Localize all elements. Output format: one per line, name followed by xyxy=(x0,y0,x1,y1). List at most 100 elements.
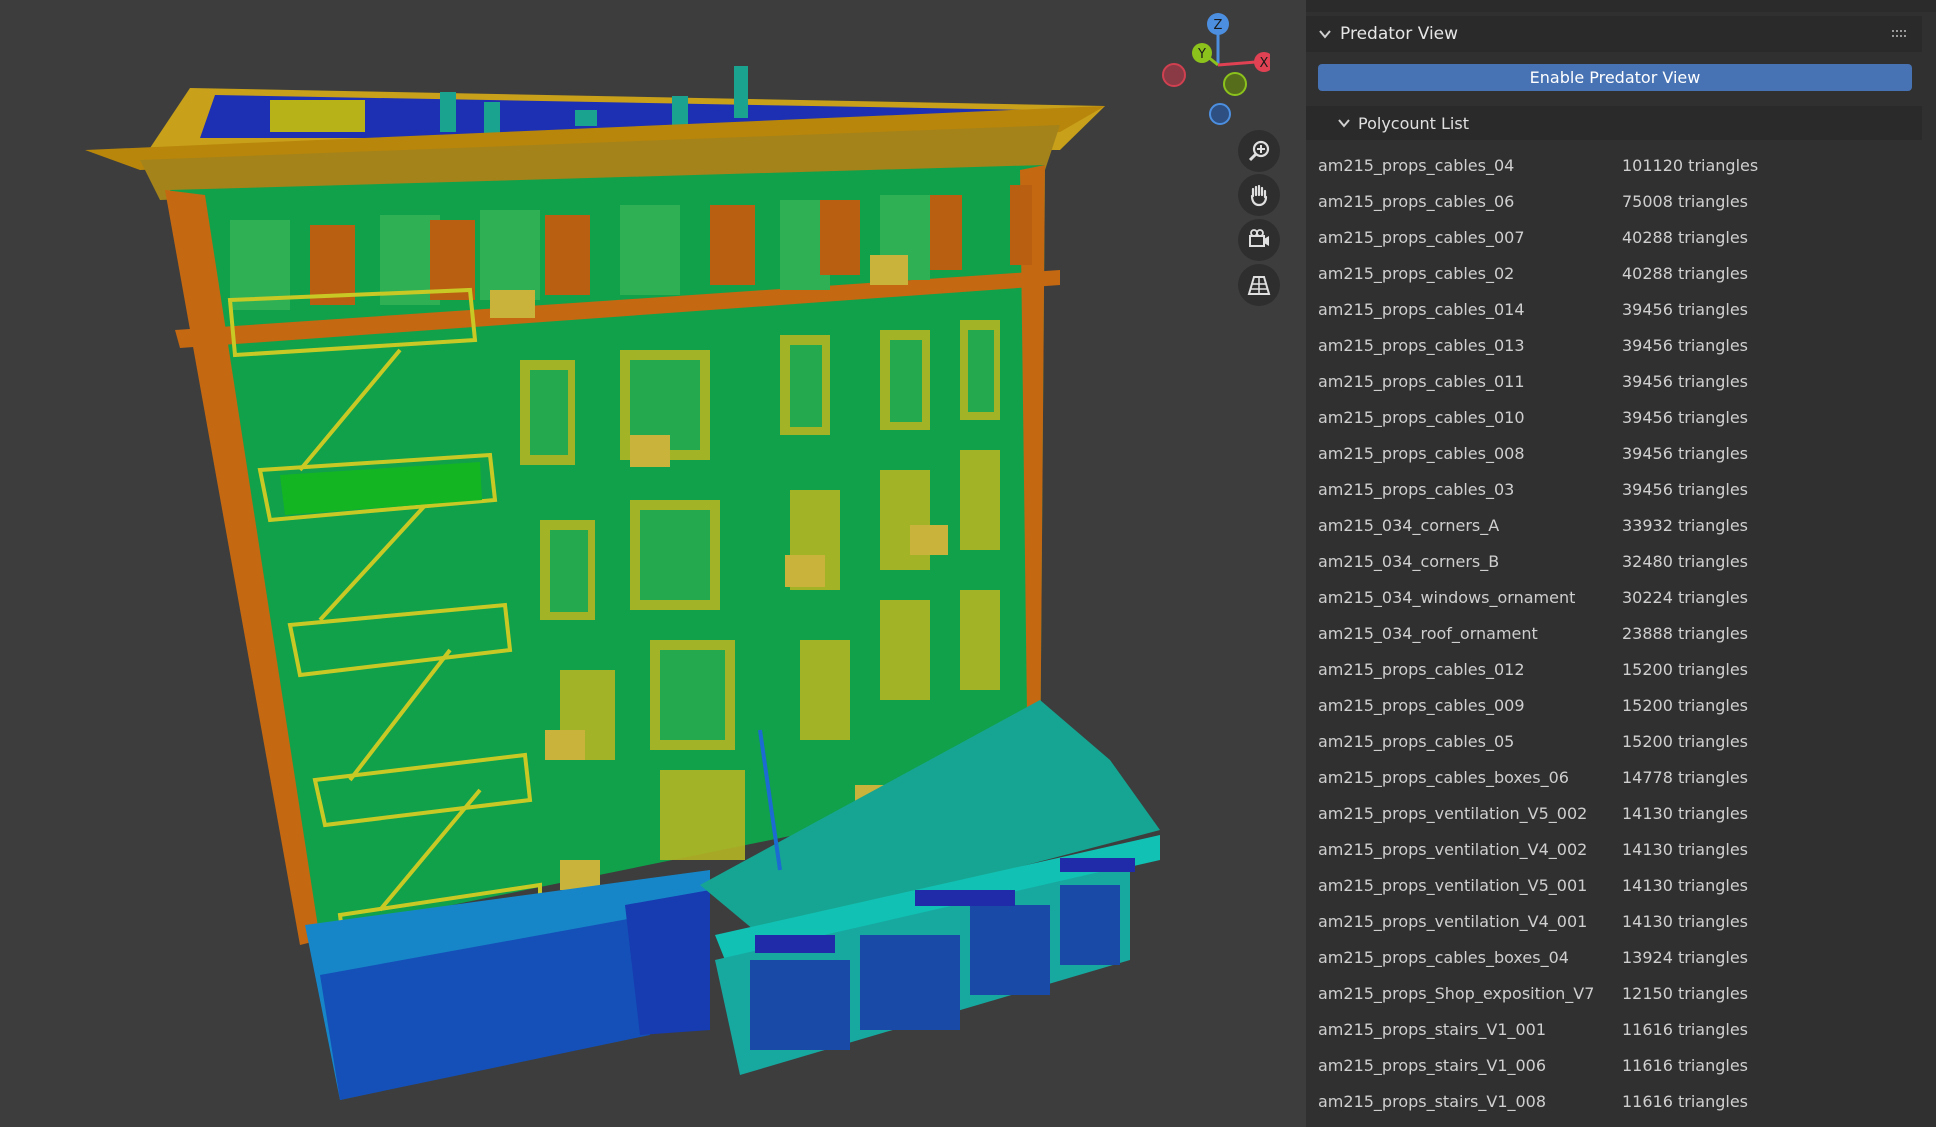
list-item[interactable]: am215_034_corners_B 32480 triangles xyxy=(1306,544,1922,580)
object-name: am215_props_cables_011 xyxy=(1318,372,1525,391)
zoom-icon xyxy=(1248,140,1270,162)
triangle-count: 14130 triangles xyxy=(1622,804,1749,823)
triangle-count: 14778 triangles xyxy=(1622,768,1749,787)
pan-hand-icon xyxy=(1250,184,1268,207)
list-item[interactable]: am215_props_Shop_exposition_V7 12150 tria… xyxy=(1306,976,1922,1012)
triangle-count: 33932 triangles xyxy=(1622,516,1749,535)
list-item[interactable]: am215_props_cables_007 40288 triangles xyxy=(1306,220,1922,256)
object-name: am215_props_Shop_exposition_V7 xyxy=(1318,984,1595,1003)
enable-predator-view-button[interactable]: Enable Predator View xyxy=(1318,64,1912,91)
list-item[interactable]: am215_props_stairs_V1_001 11616 triangles xyxy=(1306,1012,1922,1048)
object-name: am215_props_stairs_V1_001 xyxy=(1318,1020,1547,1039)
object-name: am215_props_stairs_V1_008 xyxy=(1318,1092,1547,1111)
list-item[interactable]: am215_props_cables_010 39456 triangles xyxy=(1306,400,1922,436)
list-item[interactable]: am215_props_cables_06 75008 triangles xyxy=(1306,184,1922,220)
zoom-button[interactable] xyxy=(1238,130,1280,172)
triangle-count: 15200 triangles xyxy=(1622,660,1749,679)
object-name: am215_props_cables_04 xyxy=(1318,156,1515,175)
list-item[interactable]: am215_034_corners_A 33932 triangles xyxy=(1306,508,1922,544)
pan-button[interactable] xyxy=(1238,174,1280,216)
list-item[interactable]: am215_034_windows_ornament 30224 triangle… xyxy=(1306,580,1922,616)
polycount-list: am215_props_cables_04 101120 triangles am… xyxy=(1306,148,1922,1120)
drag-grip-icon[interactable] xyxy=(1892,29,1908,39)
triangle-count: 11616 triangles xyxy=(1622,1092,1749,1111)
object-name: am215_props_cables_boxes_04 xyxy=(1318,948,1569,967)
panel-title: Predator View xyxy=(1340,24,1459,44)
chevron-down-icon xyxy=(1338,119,1350,128)
list-item[interactable]: am215_props_ventilation_V4_002 14130 tria… xyxy=(1306,832,1922,868)
list-item[interactable]: am215_props_ventilation_V4_001 14130 tria… xyxy=(1306,904,1922,940)
triangle-count: 39456 triangles xyxy=(1622,444,1749,463)
object-name: am215_034_corners_A xyxy=(1318,516,1500,535)
triangle-count: 39456 triangles xyxy=(1622,408,1749,427)
list-item[interactable]: am215_props_cables_boxes_04 13924 triangl… xyxy=(1306,940,1922,976)
list-item[interactable]: am215_props_cables_04 101120 triangles xyxy=(1306,148,1922,184)
list-item[interactable]: am215_props_cables_009 15200 triangles xyxy=(1306,688,1922,724)
object-name: am215_props_cables_06 xyxy=(1318,192,1515,211)
triangle-count: 12150 triangles xyxy=(1622,984,1749,1003)
object-name: am215_props_ventilation_V5_001 xyxy=(1318,876,1588,895)
camera-view-button[interactable] xyxy=(1238,219,1280,261)
list-item[interactable]: am215_props_cables_012 15200 triangles xyxy=(1306,652,1922,688)
object-name: am215_props_cables_02 xyxy=(1318,264,1515,283)
panel-top-edge xyxy=(1306,0,1936,12)
object-name: am215_props_cables_009 xyxy=(1318,696,1525,715)
polycount-list-title: Polycount List xyxy=(1358,113,1469,133)
list-item[interactable]: am215_props_cables_014 39456 triangles xyxy=(1306,292,1922,328)
object-name: am215_props_cables_05 xyxy=(1318,732,1515,751)
camera-view-icon xyxy=(1249,229,1269,247)
triangle-count: 11616 triangles xyxy=(1622,1020,1749,1039)
list-item[interactable]: am215_props_ventilation_V5_002 14130 tria… xyxy=(1306,796,1922,832)
perspective-grid-icon xyxy=(1247,276,1271,295)
list-item[interactable]: am215_props_cables_boxes_06 14778 triangl… xyxy=(1306,760,1922,796)
triangle-count: 39456 triangles xyxy=(1622,372,1749,391)
object-name: am215_props_cables_010 xyxy=(1318,408,1525,427)
object-name: am215_props_ventilation_V4_001 xyxy=(1318,912,1588,931)
gizmo-y-label: Y xyxy=(1197,47,1206,62)
3d-viewport[interactable]: Z Y X xyxy=(0,0,1306,1127)
gizmo-z-label: Z xyxy=(1214,18,1223,33)
object-name: am215_props_stairs_V1_006 xyxy=(1318,1056,1547,1075)
polycount-list-header[interactable]: Polycount List xyxy=(1306,106,1922,140)
navigation-gizmo[interactable]: Z Y X xyxy=(1160,10,1270,130)
triangle-count: 14130 triangles xyxy=(1622,912,1749,931)
triangle-count: 39456 triangles xyxy=(1622,336,1749,355)
object-name: am215_props_cables_007 xyxy=(1318,228,1525,247)
object-name: am215_props_cables_boxes_06 xyxy=(1318,768,1569,787)
chevron-down-icon xyxy=(1319,30,1331,39)
triangle-count: 15200 triangles xyxy=(1622,696,1749,715)
triangle-count: 32480 triangles xyxy=(1622,552,1749,571)
list-item[interactable]: am215_034_roof_ornament 23888 triangles xyxy=(1306,616,1922,652)
list-item[interactable]: am215_props_cables_011 39456 triangles xyxy=(1306,364,1922,400)
object-name: am215_034_windows_ornament xyxy=(1318,588,1576,607)
list-item[interactable]: am215_props_cables_02 40288 triangles xyxy=(1306,256,1922,292)
gizmo-x-label: X xyxy=(1260,56,1269,71)
list-item[interactable]: am215_props_cables_008 39456 triangles xyxy=(1306,436,1922,472)
object-name: am215_034_corners_B xyxy=(1318,552,1500,571)
triangle-count: 40288 triangles xyxy=(1622,228,1749,247)
triangle-count: 14130 triangles xyxy=(1622,876,1749,895)
triangle-count: 15200 triangles xyxy=(1622,732,1749,751)
list-item[interactable]: am215_props_cables_03 39456 triangles xyxy=(1306,472,1922,508)
triangle-count: 23888 triangles xyxy=(1622,624,1749,643)
object-name: am215_props_cables_014 xyxy=(1318,300,1525,319)
object-name: am215_props_cables_013 xyxy=(1318,336,1525,355)
object-name: am215_props_cables_012 xyxy=(1318,660,1525,679)
predator-view-panel-header[interactable]: Predator View xyxy=(1306,16,1922,52)
triangle-count: 11616 triangles xyxy=(1622,1056,1749,1075)
triangle-count: 40288 triangles xyxy=(1622,264,1749,283)
triangle-count: 101120 triangles xyxy=(1622,156,1759,175)
list-item[interactable]: am215_props_cables_013 39456 triangles xyxy=(1306,328,1922,364)
sidebar-panel: Predator View Enable Predator View Polyc… xyxy=(1306,0,1936,1127)
perspective-toggle-button[interactable] xyxy=(1238,264,1280,306)
object-name: am215_034_roof_ornament xyxy=(1318,624,1538,643)
triangle-count: 39456 triangles xyxy=(1622,300,1749,319)
list-item[interactable]: am215_props_ventilation_V5_001 14130 tria… xyxy=(1306,868,1922,904)
triangle-count: 30224 triangles xyxy=(1622,588,1749,607)
triangle-count: 13924 triangles xyxy=(1622,948,1749,967)
list-item[interactable]: am215_props_stairs_V1_008 11616 triangles xyxy=(1306,1084,1922,1120)
list-item[interactable]: am215_props_cables_05 15200 triangles xyxy=(1306,724,1922,760)
object-name: am215_props_cables_008 xyxy=(1318,444,1525,463)
list-item[interactable]: am215_props_stairs_V1_006 11616 triangles xyxy=(1306,1048,1922,1084)
object-name: am215_props_ventilation_V4_002 xyxy=(1318,840,1588,859)
